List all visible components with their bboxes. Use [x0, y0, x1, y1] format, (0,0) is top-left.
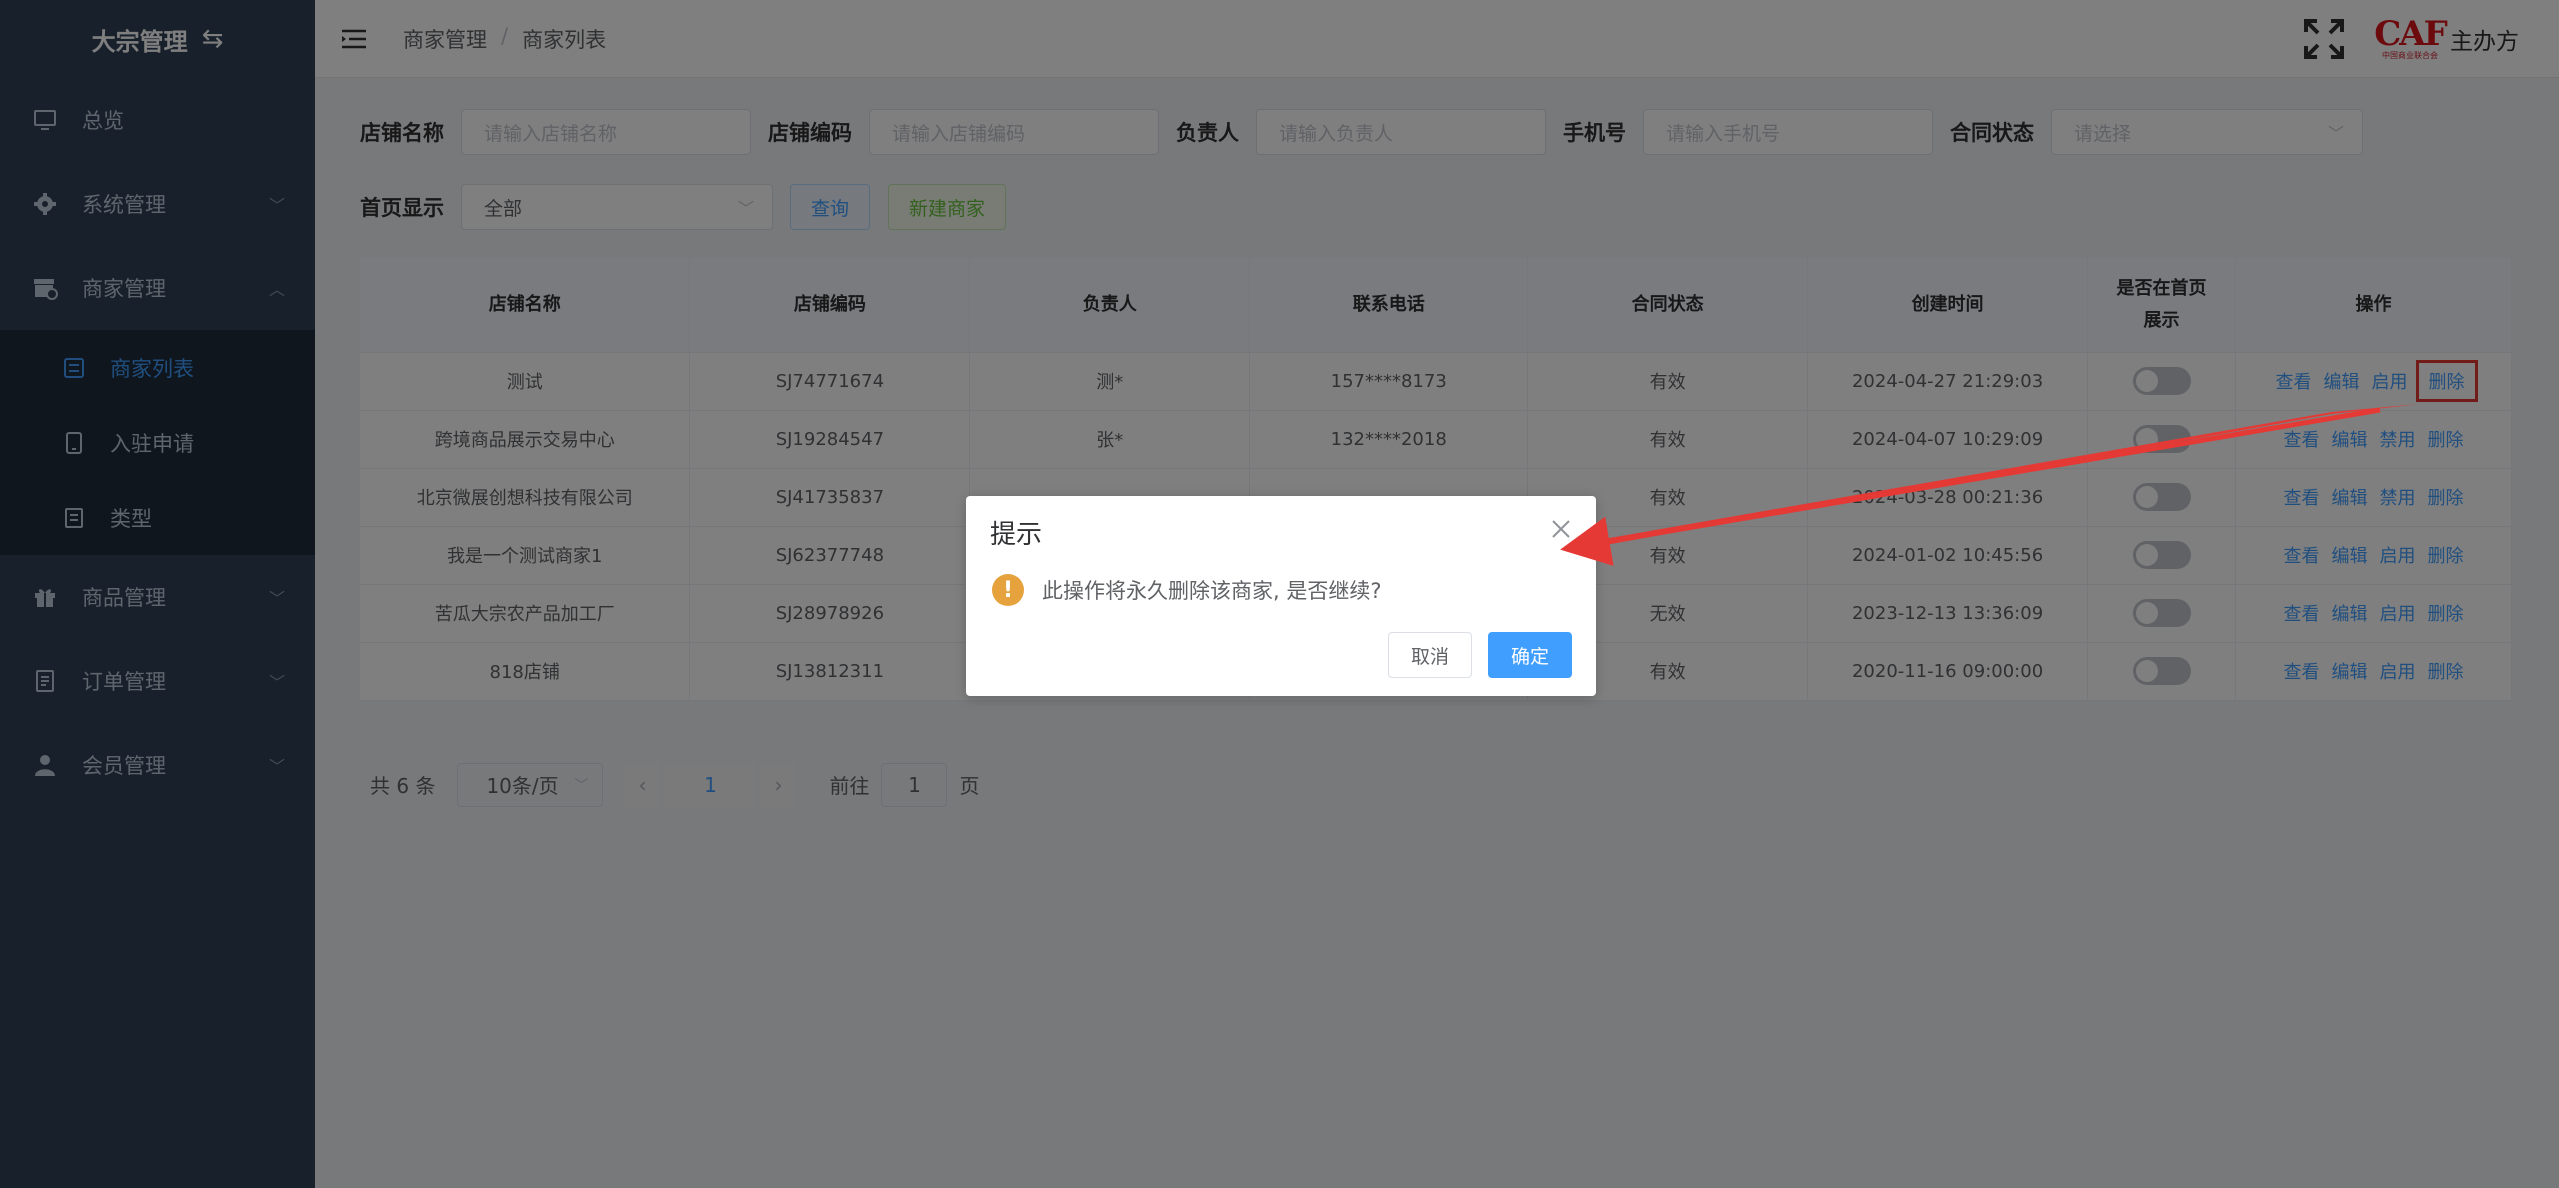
close-icon[interactable] [1550, 518, 1572, 540]
confirm-dialog: 提示 ! 此操作将永久删除该商家, 是否继续? 取消 确定 [966, 496, 1596, 696]
dialog-message-row: ! 此操作将永久删除该商家, 是否继续? [992, 574, 1382, 606]
cancel-button[interactable]: 取消 [1387, 632, 1472, 678]
dialog-title: 提示 [990, 520, 1043, 550]
confirm-button[interactable]: 确定 [1487, 632, 1572, 678]
warning-icon: ! [992, 574, 1024, 606]
dialog-actions: 取消 确定 [1387, 632, 1572, 678]
dialog-message: 此操作将永久删除该商家, 是否继续? [1042, 579, 1382, 603]
